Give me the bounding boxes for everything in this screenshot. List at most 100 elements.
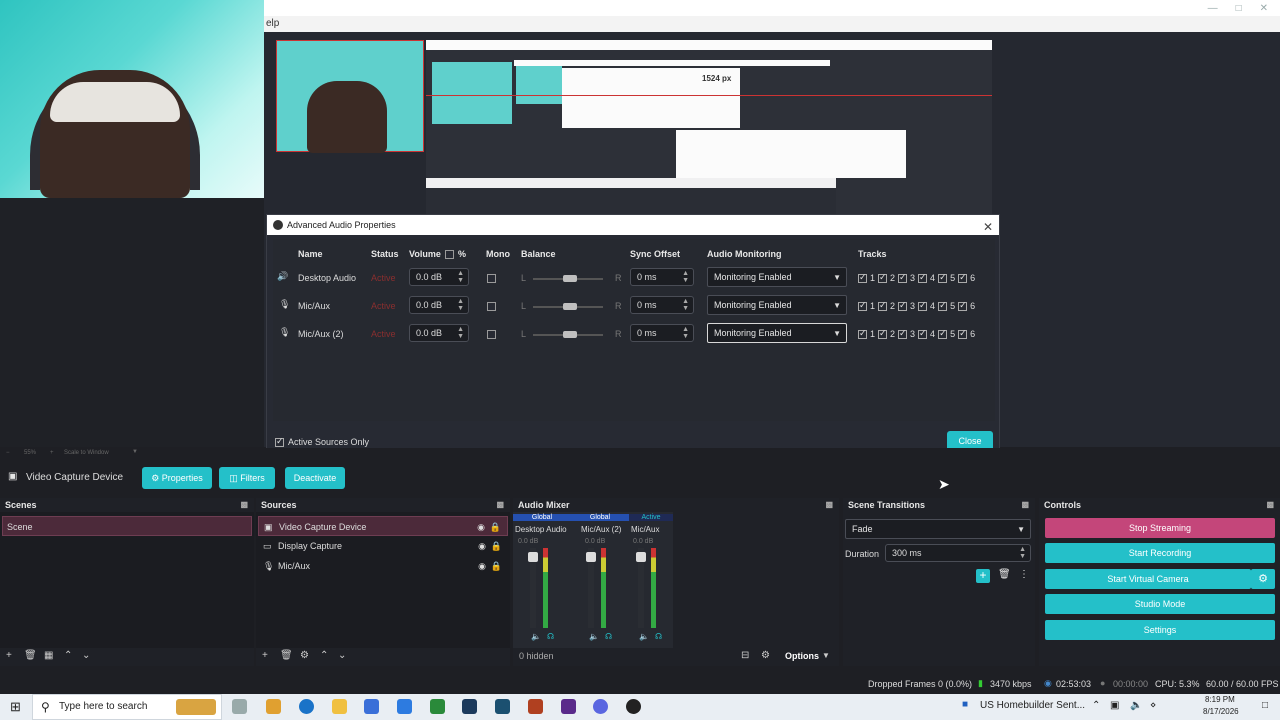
- headphones-icon[interactable]: ☊: [655, 632, 662, 641]
- studio-mode-button[interactable]: Studio Mode: [1045, 594, 1275, 614]
- app-icon[interactable]: [462, 699, 477, 714]
- undock-icon[interactable]: ▩: [240, 498, 248, 512]
- add-transition-icon[interactable]: +: [976, 569, 990, 583]
- volume-spinbox[interactable]: 0.0 dB ▲ ▼: [409, 324, 469, 342]
- stop-streaming-button[interactable]: Stop Streaming: [1045, 518, 1275, 538]
- spin-arrows-icon[interactable]: ▲ ▼: [1019, 546, 1026, 560]
- source-item[interactable]: ▣ Video Capture Device ◉ 🔒: [258, 516, 508, 536]
- sync-offset-spinbox[interactable]: 0 ms ▲ ▼: [630, 296, 694, 314]
- balance-slider-thumb[interactable]: [563, 303, 577, 310]
- track-checkbox[interactable]: [858, 272, 867, 283]
- move-down-icon[interactable]: ⌄: [338, 650, 346, 661]
- tracks-checkboxes[interactable]: 1 2 3 4 5 6: [858, 272, 975, 283]
- gear-icon[interactable]: ⚙: [761, 650, 770, 661]
- active-only-checkbox[interactable]: [275, 436, 284, 447]
- lock-icon[interactable]: 🔒: [491, 536, 502, 556]
- transition-type-select[interactable]: Fade ▼: [845, 519, 1031, 539]
- eye-icon[interactable]: ◉: [477, 517, 485, 537]
- lock-icon[interactable]: 🔒: [491, 556, 502, 576]
- add-icon[interactable]: +: [262, 650, 268, 661]
- settings-button[interactable]: Settings: [1045, 620, 1275, 640]
- undock-icon[interactable]: ▩: [825, 498, 833, 512]
- trash-icon[interactable]: 🗑: [24, 650, 37, 661]
- track-checkbox[interactable]: [958, 272, 968, 283]
- sync-offset-spinbox[interactable]: 0 ms ▲ ▼: [630, 268, 694, 286]
- tracks-checkboxes[interactable]: 1 2 3 4 5 6: [858, 300, 975, 311]
- track-checkbox[interactable]: [958, 328, 968, 339]
- move-down-icon[interactable]: ⌄: [82, 650, 90, 661]
- trash-icon[interactable]: 🗑: [998, 569, 1011, 580]
- store-icon[interactable]: [364, 699, 379, 714]
- undock-icon[interactable]: ▩: [1021, 498, 1029, 512]
- speaker-icon[interactable]: 🔈: [639, 632, 649, 641]
- app-icon[interactable]: [495, 699, 510, 714]
- more-options-icon[interactable]: ⋮: [1019, 569, 1029, 580]
- speaker-icon[interactable]: 🔈: [589, 632, 599, 641]
- clock-date[interactable]: 8/17/2026: [1203, 707, 1239, 716]
- track-checkbox[interactable]: [898, 328, 908, 339]
- eye-icon[interactable]: ◉: [478, 556, 486, 576]
- spin-arrows-icon[interactable]: ▲ ▼: [682, 298, 689, 312]
- notifications-icon[interactable]: □: [1262, 700, 1268, 711]
- app-icon[interactable]: [528, 699, 543, 714]
- task-view-icon[interactable]: [232, 699, 247, 714]
- chevron-down-icon[interactable]: ▼: [822, 651, 830, 660]
- source-item[interactable]: 🎙 Mic/Aux ◉ 🔒: [258, 556, 508, 576]
- track-checkbox[interactable]: [938, 272, 948, 283]
- mono-checkbox[interactable]: [487, 302, 496, 311]
- eye-icon[interactable]: ◉: [478, 536, 486, 556]
- app-icon[interactable]: [266, 699, 281, 714]
- track-checkbox[interactable]: [858, 300, 867, 311]
- app-icon[interactable]: [397, 699, 412, 714]
- menu-help-partial[interactable]: elp: [266, 18, 279, 29]
- sync-offset-spinbox[interactable]: 0 ms ▲ ▼: [630, 324, 694, 342]
- network-icon[interactable]: ▣: [1110, 700, 1119, 711]
- volume-spinbox[interactable]: 0.0 dB ▲ ▼: [409, 296, 469, 314]
- zoom-in-icon[interactable]: +: [50, 450, 54, 456]
- move-up-icon[interactable]: ⌃: [320, 650, 328, 661]
- track-checkbox[interactable]: [938, 328, 948, 339]
- xbox-icon[interactable]: [430, 699, 445, 714]
- close-icon[interactable]: ✕: [983, 217, 993, 237]
- monitoring-select[interactable]: Monitoring Enabled ▼: [707, 295, 847, 315]
- volume-percent-checkbox[interactable]: [445, 250, 454, 259]
- windows-start-icon[interactable]: ⊞: [10, 699, 21, 715]
- filter-icon[interactable]: ▦: [44, 650, 53, 661]
- spin-arrows-icon[interactable]: ▲ ▼: [682, 270, 689, 284]
- track-checkbox[interactable]: [858, 328, 867, 339]
- mono-checkbox[interactable]: [487, 330, 496, 339]
- chevron-up-icon[interactable]: ⌃: [1092, 700, 1100, 711]
- start-recording-button[interactable]: Start Recording: [1045, 543, 1275, 563]
- options-menu[interactable]: Options: [785, 651, 819, 661]
- app-icon[interactable]: [561, 699, 576, 714]
- active-sources-only-toggle[interactable]: Active Sources Only: [275, 436, 369, 447]
- source-item[interactable]: ▭ Display Capture ◉ 🔒: [258, 536, 508, 556]
- monitoring-select[interactable]: Monitoring Enabled ▼: [707, 323, 847, 343]
- headphones-icon[interactable]: ☊: [605, 632, 612, 641]
- news-ticker[interactable]: US Homebuilder Sent...: [980, 700, 1085, 711]
- close-icon[interactable]: ✕: [1260, 3, 1268, 14]
- track-checkbox[interactable]: [938, 300, 948, 311]
- fader-knob[interactable]: [586, 552, 596, 562]
- minimize-icon[interactable]: —: [1208, 3, 1218, 14]
- obs-icon[interactable]: [626, 699, 641, 714]
- tracks-checkboxes[interactable]: 1 2 3 4 5 6: [858, 328, 975, 339]
- scene-item[interactable]: Scene: [2, 516, 252, 536]
- filters-button[interactable]: ◫ Filters: [219, 467, 275, 489]
- start-virtual-camera-button[interactable]: Start Virtual Camera: [1045, 569, 1251, 589]
- discord-icon[interactable]: [593, 699, 608, 714]
- zoom-out-icon[interactable]: −: [6, 450, 10, 456]
- maximize-icon[interactable]: □: [1236, 3, 1242, 14]
- volume-spinbox[interactable]: 0.0 dB ▲ ▼: [409, 268, 469, 286]
- lock-icon[interactable]: 🔒: [490, 517, 501, 537]
- bluetooth-icon[interactable]: ⋄: [1150, 700, 1156, 711]
- track-checkbox[interactable]: [918, 300, 928, 311]
- undock-icon[interactable]: ▩: [496, 498, 504, 512]
- track-checkbox[interactable]: [918, 272, 928, 283]
- virtual-camera-gear-icon[interactable]: ⚙: [1251, 569, 1275, 589]
- move-up-icon[interactable]: ⌃: [64, 650, 72, 661]
- scale-to-window[interactable]: Scale to Window: [64, 450, 109, 456]
- mono-checkbox[interactable]: [487, 274, 496, 283]
- deactivate-button[interactable]: Deactivate: [285, 467, 345, 489]
- file-explorer-icon[interactable]: [332, 699, 347, 714]
